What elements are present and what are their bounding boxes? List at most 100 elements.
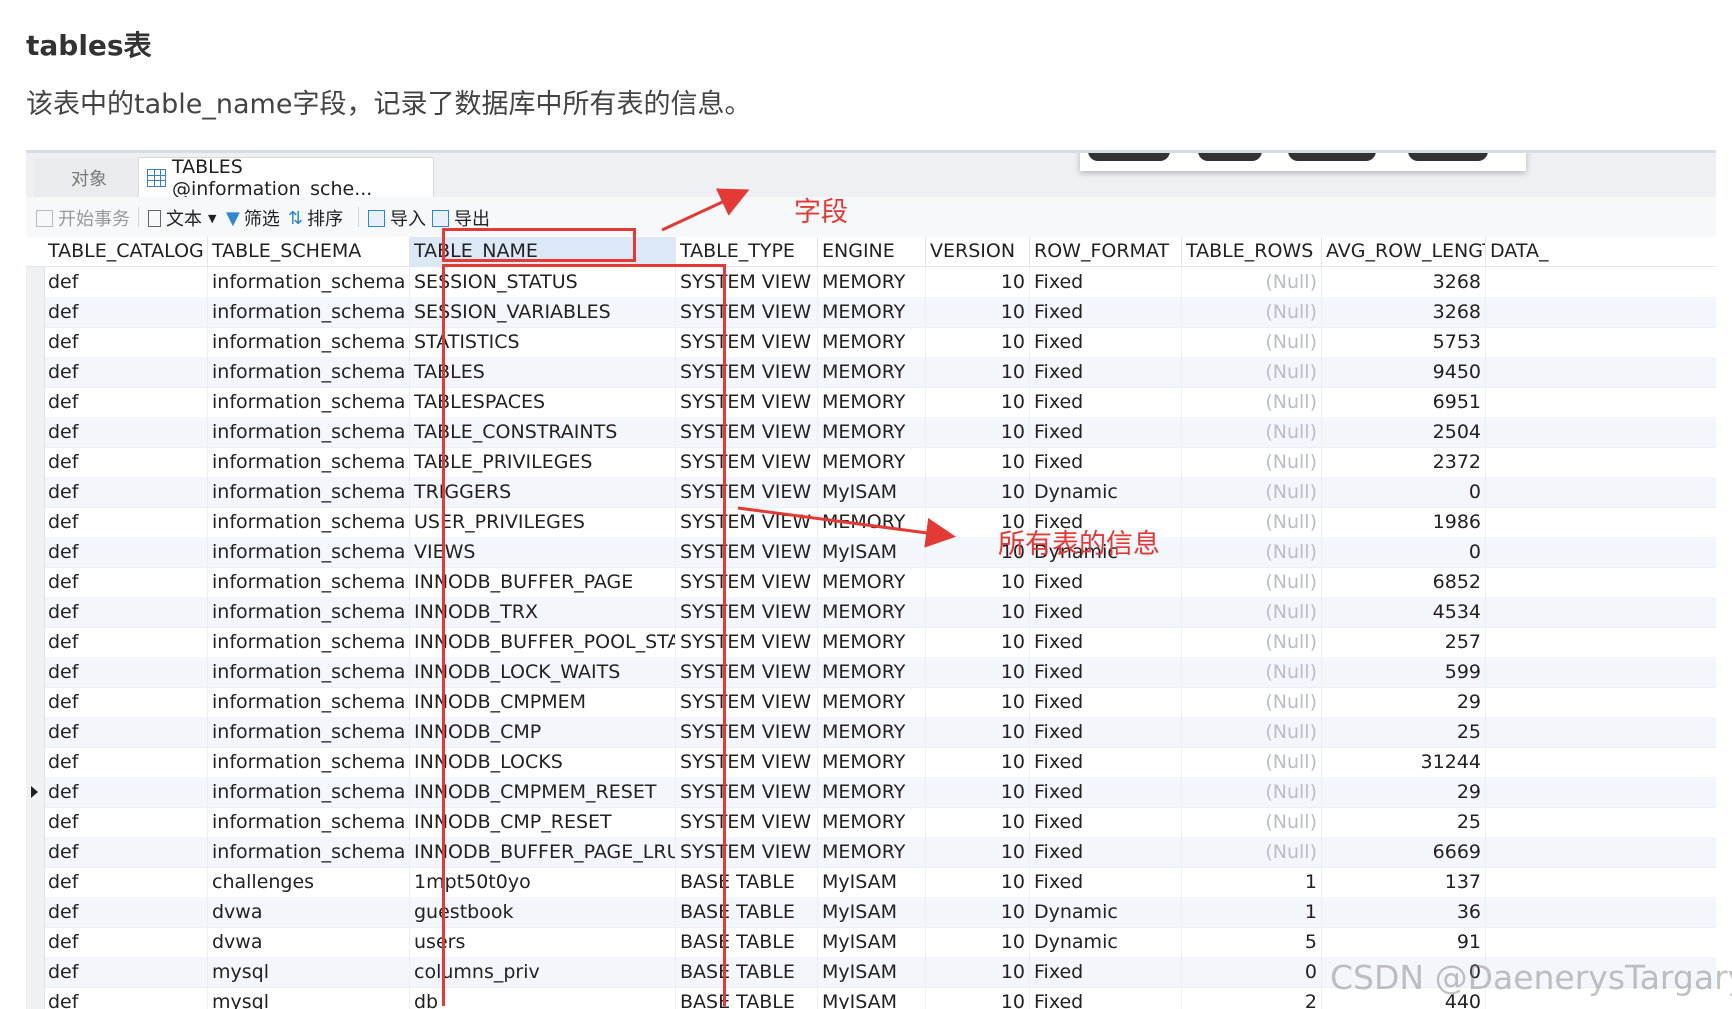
cell-catalog[interactable]: def xyxy=(44,567,208,597)
cell-row-format[interactable]: Fixed xyxy=(1030,657,1182,687)
cell-row-format[interactable]: Fixed xyxy=(1030,837,1182,867)
cell-version[interactable]: 10 xyxy=(926,627,1030,657)
cell-avg-row-length[interactable]: 6669 xyxy=(1322,837,1486,867)
table-row[interactable]: def information_schema INNODB_BUFFER_PAGE S… xyxy=(26,567,1716,598)
cell-table-rows[interactable]: (Null) xyxy=(1182,477,1322,507)
table-row[interactable]: def information_schema TRIGGERS SYSTEM VIEW… xyxy=(26,477,1716,508)
cell-schema[interactable]: information_schema xyxy=(208,477,410,507)
cell-catalog[interactable]: def xyxy=(44,477,208,507)
cell-catalog[interactable]: def xyxy=(44,747,208,777)
cell-catalog[interactable]: def xyxy=(44,627,208,657)
cell-engine[interactable]: MEMORY xyxy=(818,327,926,357)
popup-button[interactable] xyxy=(1088,153,1170,161)
cell-data-extra[interactable] xyxy=(1486,807,1716,837)
cell-schema[interactable]: information_schema xyxy=(208,327,410,357)
cell-avg-row-length[interactable]: 36 xyxy=(1322,897,1486,927)
cell-row-format[interactable]: Fixed xyxy=(1030,357,1182,387)
table-row[interactable]: def information_schema STATISTICS SYSTEM VI… xyxy=(26,327,1716,358)
cell-catalog[interactable]: def xyxy=(44,657,208,687)
cell-avg-row-length[interactable]: 1986 xyxy=(1322,507,1486,537)
cell-version[interactable]: 10 xyxy=(926,777,1030,807)
cell-row-format[interactable]: Dynamic xyxy=(1030,927,1182,957)
table-row[interactable]: def dvwa guestbook BASE TABLE MyISAM 10 Dynami… xyxy=(26,897,1716,928)
cell-version[interactable]: 10 xyxy=(926,837,1030,867)
table-row[interactable]: def information_schema INNODB_CMPMEM_RESET… xyxy=(26,777,1716,808)
cell-version[interactable]: 10 xyxy=(926,957,1030,987)
row-selector[interactable] xyxy=(26,687,45,717)
cell-engine[interactable]: MEMORY xyxy=(818,717,926,747)
tab-tables[interactable]: TABLES @information_sche... xyxy=(138,156,434,200)
cell-catalog[interactable]: def xyxy=(44,297,208,327)
cell-avg-row-length[interactable]: 257 xyxy=(1322,627,1486,657)
column-header[interactable]: TABLE_ROWS xyxy=(1182,237,1322,266)
cell-catalog[interactable]: def xyxy=(44,837,208,867)
column-header[interactable]: ROW_FORMAT xyxy=(1030,237,1182,266)
cell-version[interactable]: 10 xyxy=(926,657,1030,687)
cell-avg-row-length[interactable]: 6852 xyxy=(1322,567,1486,597)
cell-schema[interactable]: information_schema xyxy=(208,567,410,597)
column-header[interactable]: DATA_ xyxy=(1486,237,1716,266)
cell-avg-row-length[interactable]: 0 xyxy=(1322,537,1486,567)
cell-version[interactable]: 10 xyxy=(926,687,1030,717)
cell-table-rows[interactable]: (Null) xyxy=(1182,537,1322,567)
cell-avg-row-length[interactable]: 4534 xyxy=(1322,597,1486,627)
cell-data-extra[interactable] xyxy=(1486,357,1716,387)
cell-table-rows[interactable]: (Null) xyxy=(1182,687,1322,717)
cell-data-extra[interactable] xyxy=(1486,507,1716,537)
cell-avg-row-length[interactable]: 3268 xyxy=(1322,297,1486,327)
cell-data-extra[interactable] xyxy=(1486,387,1716,417)
sort-button[interactable]: ⇅ 排序 xyxy=(288,205,343,231)
cell-catalog[interactable]: def xyxy=(44,357,208,387)
cell-data-extra[interactable] xyxy=(1486,267,1716,297)
cell-table-rows[interactable]: 1 xyxy=(1182,897,1322,927)
row-selector[interactable] xyxy=(26,657,45,687)
cell-data-extra[interactable] xyxy=(1486,747,1716,777)
row-selector[interactable] xyxy=(26,807,45,837)
cell-table-rows[interactable]: (Null) xyxy=(1182,717,1322,747)
cell-catalog[interactable]: def xyxy=(44,867,208,897)
cell-catalog[interactable]: def xyxy=(44,597,208,627)
row-selector[interactable] xyxy=(26,837,45,867)
cell-schema[interactable]: information_schema xyxy=(208,357,410,387)
cell-row-format[interactable]: Fixed xyxy=(1030,597,1182,627)
row-selector[interactable] xyxy=(26,267,45,297)
cell-version[interactable]: 10 xyxy=(926,387,1030,417)
cell-engine[interactable]: MEMORY xyxy=(818,267,926,297)
table-row[interactable]: def information_schema INNODB_CMP SYSTEM VI… xyxy=(26,717,1716,748)
cell-table-rows[interactable]: (Null) xyxy=(1182,417,1322,447)
cell-schema[interactable]: challenges xyxy=(208,867,410,897)
cell-avg-row-length[interactable]: 2372 xyxy=(1322,447,1486,477)
row-selector[interactable] xyxy=(26,957,45,987)
cell-schema[interactable]: information_schema xyxy=(208,627,410,657)
popup-button[interactable] xyxy=(1408,153,1488,161)
row-selector[interactable] xyxy=(26,417,45,447)
cell-version[interactable]: 10 xyxy=(926,267,1030,297)
cell-data-extra[interactable] xyxy=(1486,867,1716,897)
cell-engine[interactable]: MyISAM xyxy=(818,537,926,567)
cell-schema[interactable]: information_schema xyxy=(208,597,410,627)
popup-button[interactable] xyxy=(1198,153,1262,161)
cell-engine[interactable]: MEMORY xyxy=(818,777,926,807)
cell-engine[interactable]: MyISAM xyxy=(818,957,926,987)
table-row[interactable]: def information_schema USER_PRIVILEGES SYST… xyxy=(26,507,1716,538)
cell-schema[interactable]: information_schema xyxy=(208,447,410,477)
cell-version[interactable]: 10 xyxy=(926,807,1030,837)
current-row-indicator[interactable] xyxy=(26,777,45,807)
tab-objects[interactable]: 对象 xyxy=(34,159,145,197)
column-header[interactable]: TABLE_SCHEMA xyxy=(208,237,410,266)
cell-row-format[interactable]: Fixed xyxy=(1030,687,1182,717)
cell-row-format[interactable]: Fixed xyxy=(1030,327,1182,357)
column-header[interactable]: TABLE_TYPE xyxy=(676,237,818,266)
cell-version[interactable]: 10 xyxy=(926,297,1030,327)
cell-catalog[interactable]: def xyxy=(44,717,208,747)
cell-data-extra[interactable] xyxy=(1486,897,1716,927)
column-header[interactable]: VERSION xyxy=(926,237,1030,266)
cell-data-extra[interactable] xyxy=(1486,477,1716,507)
row-selector[interactable] xyxy=(26,297,45,327)
cell-row-format[interactable]: Fixed xyxy=(1030,957,1182,987)
row-selector[interactable] xyxy=(26,717,45,747)
cell-table-rows[interactable]: (Null) xyxy=(1182,447,1322,477)
cell-version[interactable]: 10 xyxy=(926,747,1030,777)
cell-schema[interactable]: information_schema xyxy=(208,747,410,777)
cell-data-extra[interactable] xyxy=(1486,447,1716,477)
